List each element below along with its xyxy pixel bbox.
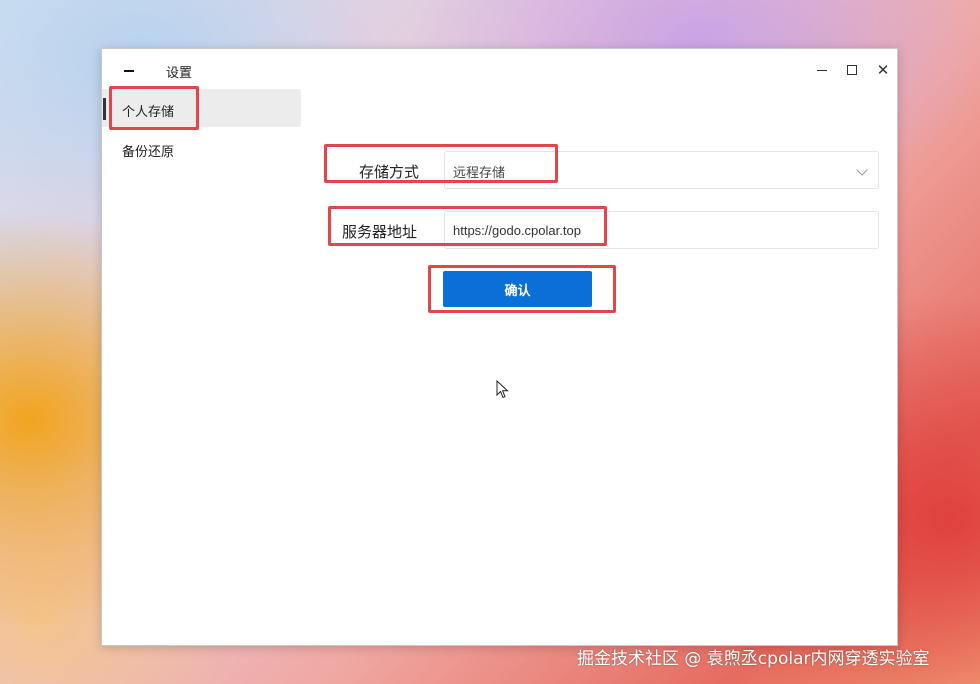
settings-window: 设置 ✕ 个人存储 备份还原 存储方式 远程存储 服务器地址 确认 (101, 48, 898, 646)
sidebar-item-personal-storage[interactable]: 个人存储 (102, 89, 301, 127)
active-indicator (103, 98, 106, 120)
sidebar-item-backup-restore[interactable]: 备份还原 (102, 129, 301, 167)
minimize-button[interactable] (811, 60, 833, 80)
close-button[interactable]: ✕ (872, 60, 894, 80)
maximize-button[interactable] (841, 60, 863, 80)
server-address-input[interactable] (444, 211, 879, 249)
storage-mode-label: 存储方式 (359, 163, 420, 181)
window-title: 设置 (166, 66, 193, 81)
storage-mode-select[interactable]: 远程存储 (444, 151, 879, 189)
title-bar: 设置 ✕ (102, 49, 897, 89)
close-icon: ✕ (876, 61, 890, 79)
chevron-down-icon (856, 164, 868, 176)
sidebar-item-label: 个人存储 (122, 105, 175, 120)
server-address-label: 服务器地址 (342, 223, 418, 241)
minimize-icon (817, 69, 827, 71)
storage-mode-value: 远程存储 (453, 166, 506, 181)
confirm-button[interactable]: 确认 (443, 271, 592, 307)
maximize-icon (847, 65, 857, 75)
watermark: 掘金技术社区 @ 袁煦丞cpolar内网穿透实验室 (577, 649, 930, 669)
mouse-cursor-icon (496, 380, 509, 399)
sidebar-item-label: 备份还原 (122, 145, 175, 160)
app-menu-icon[interactable] (124, 70, 134, 72)
